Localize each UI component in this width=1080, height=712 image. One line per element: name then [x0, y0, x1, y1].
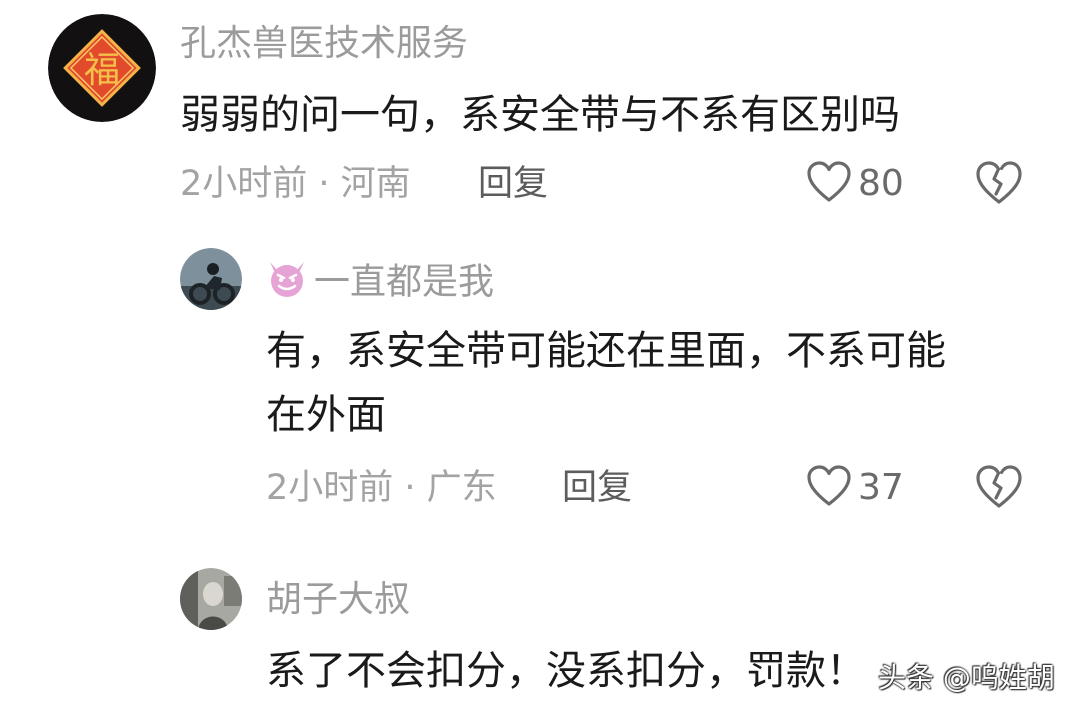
smiling-devil-emoji-icon — [266, 258, 308, 309]
comment-username[interactable]: 胡子大叔 — [266, 578, 410, 622]
comment-text-line: 在外面 — [266, 392, 386, 438]
broken-heart-icon — [974, 161, 1024, 210]
heart-icon — [806, 160, 852, 208]
like-button[interactable]: 37 — [806, 464, 904, 512]
avatar[interactable] — [180, 248, 242, 310]
watermark: 头条 @呜姓胡 — [878, 661, 1055, 694]
username-text: 一直都是我 — [314, 261, 495, 303]
comment-username[interactable]: 一直都是我 — [266, 258, 494, 309]
like-count: 80 — [858, 163, 904, 204]
dislike-button[interactable] — [974, 160, 1024, 210]
comment-meta: 2小时前 · 河南 — [180, 164, 411, 204]
comment-text: 系了不会扣分，没系扣分，罚款！ — [266, 648, 866, 694]
reply-button[interactable]: 回复 — [478, 162, 548, 206]
like-count: 37 — [858, 467, 904, 508]
comment-text: 弱弱的问一句，系安全带与不系有区别吗 — [180, 92, 900, 138]
dislike-button[interactable] — [974, 464, 1024, 514]
comment-username[interactable]: 孔杰兽医技术服务 — [180, 22, 468, 66]
svg-text:福: 福 — [84, 50, 120, 91]
avatar[interactable] — [180, 568, 242, 630]
broken-heart-icon — [974, 465, 1024, 514]
comment-meta: 2小时前 · 广东 — [266, 468, 497, 508]
heart-icon — [806, 464, 852, 512]
avatar[interactable]: 福 — [48, 14, 156, 122]
like-button[interactable]: 80 — [806, 160, 904, 208]
reply-button[interactable]: 回复 — [562, 466, 632, 510]
comment-text-line: 有，系安全带可能还在里面，不系可能 — [266, 328, 946, 374]
